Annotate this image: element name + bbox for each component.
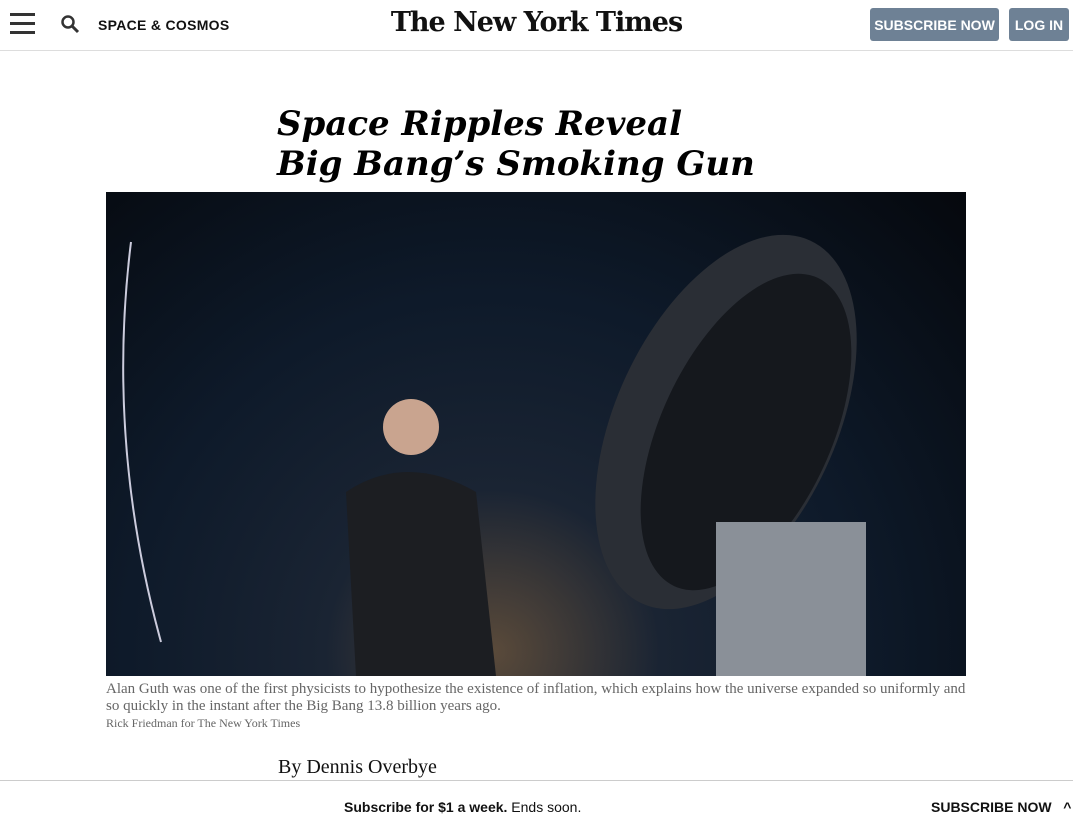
- header: SPACE & COSMOS The New York Times SUBSCR…: [0, 0, 1073, 51]
- bar-subscribe-link[interactable]: SUBSCRIBE NOW ^: [931, 799, 1071, 815]
- subscribe-bar: Subscribe for $1 a week. Ends soon. SUBS…: [0, 780, 1073, 831]
- promo-text: Subscribe for $1 a week. Ends soon.: [344, 799, 582, 815]
- headline: Space Ripples Reveal Big Bang’s Smoking G…: [277, 104, 755, 184]
- article-photo: [106, 192, 966, 676]
- photo-illustration: [122, 234, 866, 676]
- photo-caption: Alan Guth was one of the first physicist…: [106, 681, 966, 714]
- login-button[interactable]: LOG IN: [1009, 8, 1069, 41]
- photo-credit: Rick Friedman for The New York Times: [106, 716, 301, 730]
- subscribe-button[interactable]: SUBSCRIBE NOW: [870, 8, 999, 41]
- chevron-up-icon[interactable]: ^: [1063, 799, 1071, 815]
- byline[interactable]: By Dennis Overbye: [278, 756, 437, 779]
